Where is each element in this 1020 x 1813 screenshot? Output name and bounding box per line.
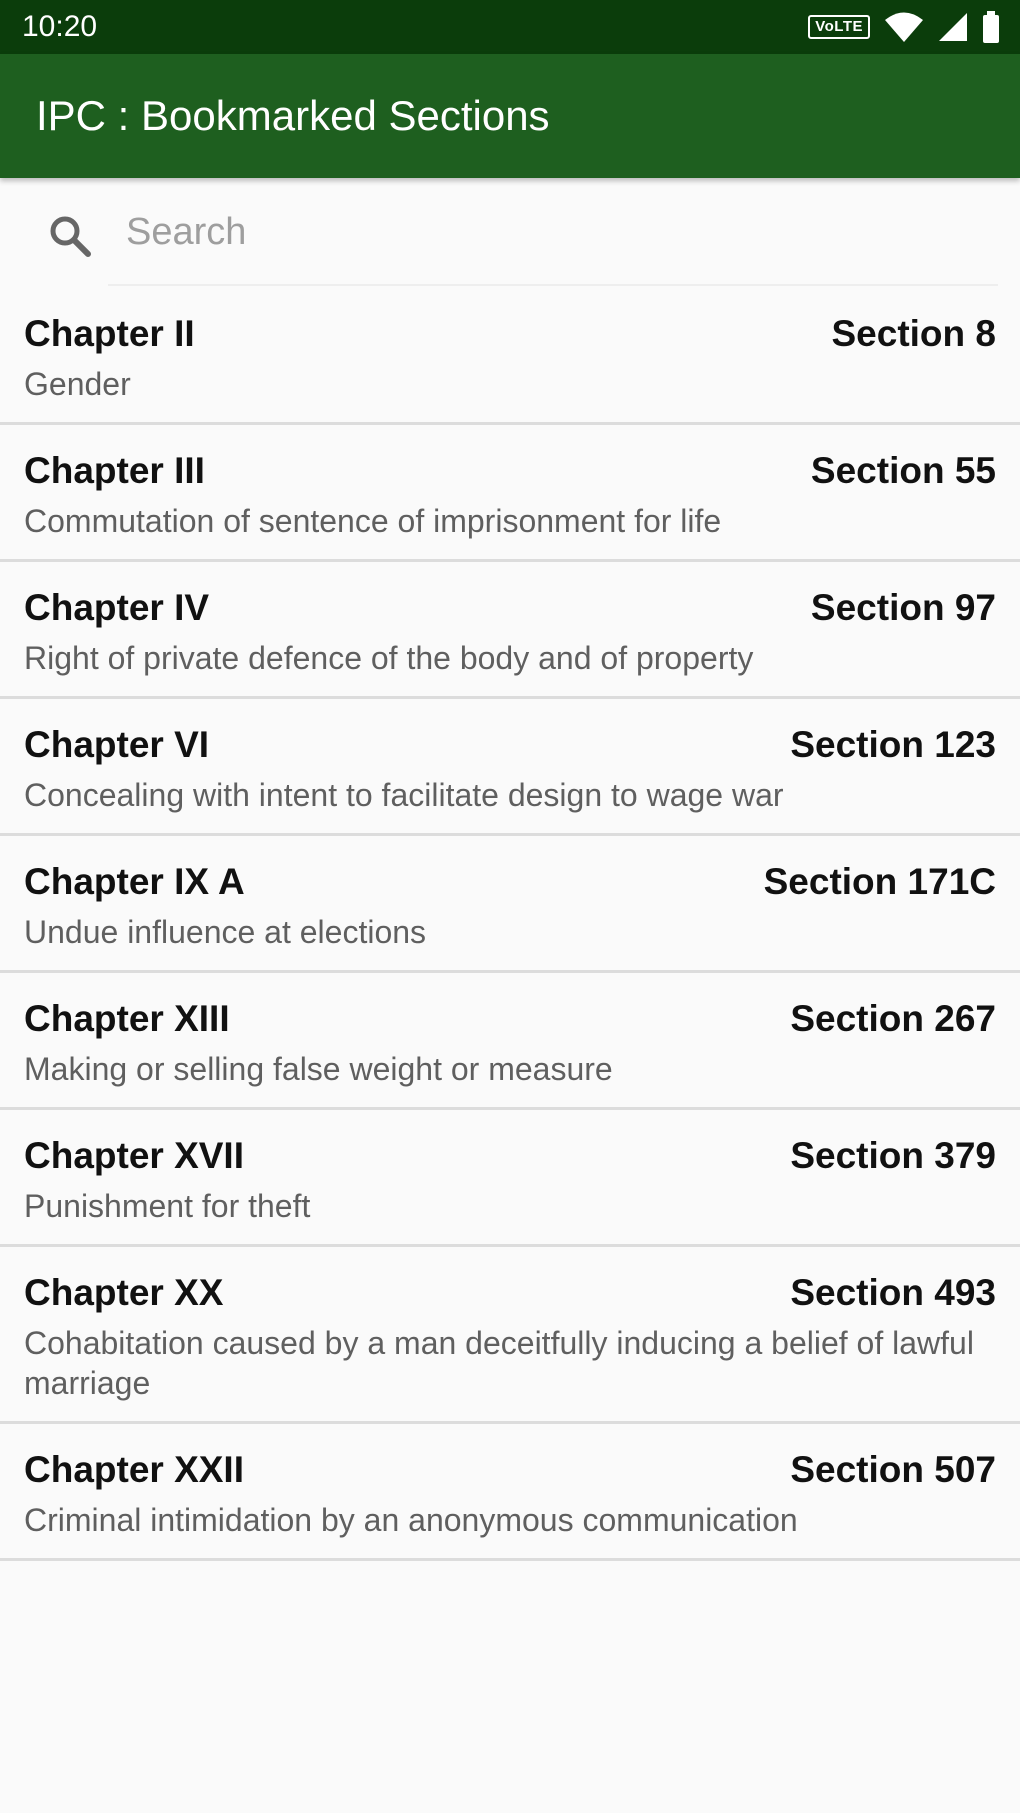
chapter-label: Chapter VI (24, 724, 210, 765)
chapter-label: Chapter IV (24, 587, 210, 628)
list-item-header: Chapter II Section 8 (24, 312, 996, 356)
search-bar (0, 178, 1020, 288)
signal-icon (939, 13, 967, 41)
search-underline (108, 284, 998, 286)
wifi-icon (885, 12, 923, 42)
list-item[interactable]: Chapter IX A Section 171C Undue influence … (0, 836, 1020, 973)
search-icon (50, 216, 91, 257)
section-label: Section 507 (790, 1449, 996, 1490)
list-item-header: Chapter IV Section 97 (24, 586, 996, 630)
section-label: Section 123 (790, 724, 996, 765)
list-item[interactable]: Chapter IV Section 97 Right of private def… (0, 562, 1020, 699)
chapter-label: Chapter XVII (24, 1135, 244, 1176)
list-item[interactable]: Chapter II Section 8 Gender (0, 288, 1020, 425)
section-label: Section 171C (763, 861, 996, 902)
list-item[interactable]: Chapter XIII Section 267 Making or selling… (0, 973, 1020, 1110)
section-label: Section 379 (790, 1135, 996, 1176)
list-item-header: Chapter IX A Section 171C (24, 860, 996, 904)
battery-icon (983, 11, 999, 43)
list-item-header: Chapter VI Section 123 (24, 723, 996, 767)
section-label: Section 8 (831, 313, 997, 354)
section-title: Right of private defence of the body and… (24, 640, 754, 676)
chapter-label: Chapter IX A (24, 861, 245, 902)
status-icons: VoLTE (808, 10, 1000, 44)
section-title: Punishment for theft (24, 1188, 311, 1224)
list-item-header: Chapter III Section 55 (24, 449, 996, 493)
search-input[interactable] (126, 202, 986, 262)
section-title: Making or selling false weight or measur… (24, 1051, 613, 1087)
list-item-header: Chapter XX Section 493 (24, 1271, 996, 1315)
section-label: Section 493 (790, 1272, 996, 1313)
list-item[interactable]: Chapter XX Section 493 Cohabitation caused… (0, 1247, 1020, 1424)
list-item[interactable]: Chapter III Section 55 Commutation of sent… (0, 425, 1020, 562)
list-item-header: Chapter XXII Section 507 (24, 1448, 996, 1492)
section-title: Commutation of sentence of imprisonment … (24, 503, 722, 539)
chapter-label: Chapter XX (24, 1272, 224, 1313)
chapter-label: Chapter III (24, 450, 205, 491)
section-title: Concealing with intent to facilitate des… (24, 777, 784, 813)
section-label: Section 267 (790, 998, 996, 1039)
chapter-label: Chapter XIII (24, 998, 230, 1039)
app-bar: IPC : Bookmarked Sections (0, 54, 1020, 178)
status-bar: 10:20 VoLTE (0, 0, 1020, 54)
list-item[interactable]: Chapter XVII Section 379 Punishment for th… (0, 1110, 1020, 1247)
chapter-label: Chapter XXII (24, 1449, 244, 1490)
section-title: Gender (24, 366, 131, 402)
volte-badge: VoLTE (808, 15, 870, 39)
section-label: Section 55 (810, 450, 996, 491)
section-title: Undue influence at elections (24, 914, 427, 950)
chapter-label: Chapter II (24, 313, 195, 354)
list-item[interactable]: Chapter VI Section 123 Concealing with int… (0, 699, 1020, 836)
section-label: Section 97 (810, 587, 996, 628)
list-item[interactable]: Chapter XXII Section 507 Criminal intimida… (0, 1424, 1020, 1561)
list-item-header: Chapter XIII Section 267 (24, 997, 996, 1041)
section-title: Cohabitation caused by a man deceitfully… (24, 1325, 974, 1401)
status-time: 10:20 (22, 10, 98, 43)
app-title: IPC : Bookmarked Sections (36, 92, 550, 139)
section-title: Criminal intimidation by an anonymous co… (24, 1502, 798, 1538)
list-item-header: Chapter XVII Section 379 (24, 1134, 996, 1178)
bookmark-list: Chapter II Section 8 Gender Chapter III Sect… (0, 288, 1020, 1561)
